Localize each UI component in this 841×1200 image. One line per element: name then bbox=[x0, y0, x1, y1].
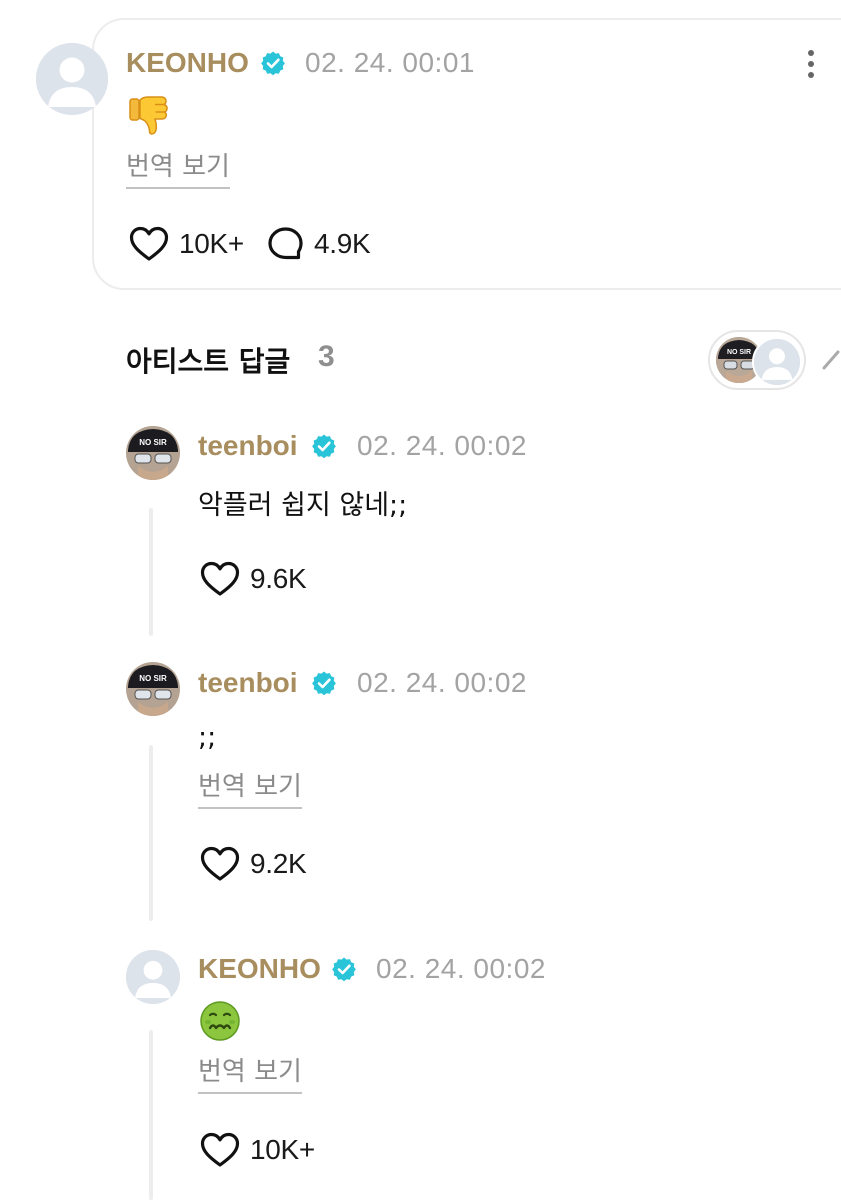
reply-like-button[interactable]: 9.2K bbox=[200, 846, 307, 882]
reply-like-button[interactable]: 10K+ bbox=[200, 1132, 315, 1168]
post-comment-button[interactable]: 4.9K bbox=[266, 226, 371, 262]
reply-username[interactable]: KEONHO bbox=[198, 953, 321, 985]
verified-badge-icon bbox=[260, 50, 286, 76]
translate-link[interactable]: 번역 보기 bbox=[126, 152, 230, 189]
artist-replies-count: 3 bbox=[318, 340, 335, 373]
reply-avatar-teenboi[interactable]: NO SIR bbox=[126, 426, 180, 480]
thread-line bbox=[149, 508, 153, 636]
artist-avatars-group[interactable]: NO SIR bbox=[708, 330, 806, 390]
reply-like-count: 9.6K bbox=[250, 563, 307, 594]
reply-timestamp: 02. 24. 00:02 bbox=[357, 667, 527, 698]
post-like-count: 10K+ bbox=[179, 228, 244, 259]
svg-text:NO SIR: NO SIR bbox=[139, 674, 167, 683]
thumbs-down-emoji bbox=[129, 96, 168, 135]
reply-username[interactable]: teenboi bbox=[198, 430, 298, 462]
reply-text: 악플러 쉽지 않네;; bbox=[198, 490, 408, 521]
verified-badge-icon bbox=[331, 956, 357, 982]
reply-username[interactable]: teenboi bbox=[198, 667, 298, 699]
reply-like-count: 9.2K bbox=[250, 848, 307, 879]
chevron-right-icon[interactable] bbox=[822, 344, 841, 372]
artist-replies-title: 아티스트 답글 bbox=[126, 345, 291, 378]
nauseated-face-emoji bbox=[200, 1001, 240, 1041]
comment-icon bbox=[266, 226, 304, 262]
heart-icon bbox=[200, 561, 240, 597]
post-like-button[interactable]: 10K+ bbox=[129, 226, 244, 262]
heart-icon bbox=[129, 226, 169, 262]
reply-timestamp: 02. 24. 00:02 bbox=[376, 953, 546, 984]
more-options-icon[interactable] bbox=[804, 48, 818, 80]
reply-timestamp: 02. 24. 00:02 bbox=[357, 430, 527, 461]
post-username[interactable]: KEONHO bbox=[126, 47, 249, 79]
verified-badge-icon bbox=[311, 433, 337, 459]
thread-line bbox=[149, 1030, 153, 1200]
reply-like-count: 10K+ bbox=[250, 1134, 315, 1165]
verified-badge-icon bbox=[311, 670, 337, 696]
reply-avatar-keonho[interactable] bbox=[126, 950, 180, 1004]
reply-avatar-teenboi[interactable]: NO SIR bbox=[126, 662, 180, 716]
translate-link[interactable]: 번역 보기 bbox=[198, 772, 302, 809]
user-avatar[interactable] bbox=[36, 43, 108, 115]
post-comment-count: 4.9K bbox=[314, 228, 371, 259]
translate-link[interactable]: 번역 보기 bbox=[198, 1057, 302, 1094]
svg-text:NO SIR: NO SIR bbox=[139, 438, 167, 447]
reply-like-button[interactable]: 9.6K bbox=[200, 561, 307, 597]
heart-icon bbox=[200, 1132, 240, 1168]
post-timestamp: 02. 24. 00:01 bbox=[305, 47, 475, 78]
reply-text: ;; bbox=[198, 722, 217, 753]
svg-text:NO SIR: NO SIR bbox=[727, 349, 751, 356]
heart-icon bbox=[200, 846, 240, 882]
thread-line bbox=[149, 745, 153, 921]
artist-avatar-keonho bbox=[752, 337, 802, 387]
